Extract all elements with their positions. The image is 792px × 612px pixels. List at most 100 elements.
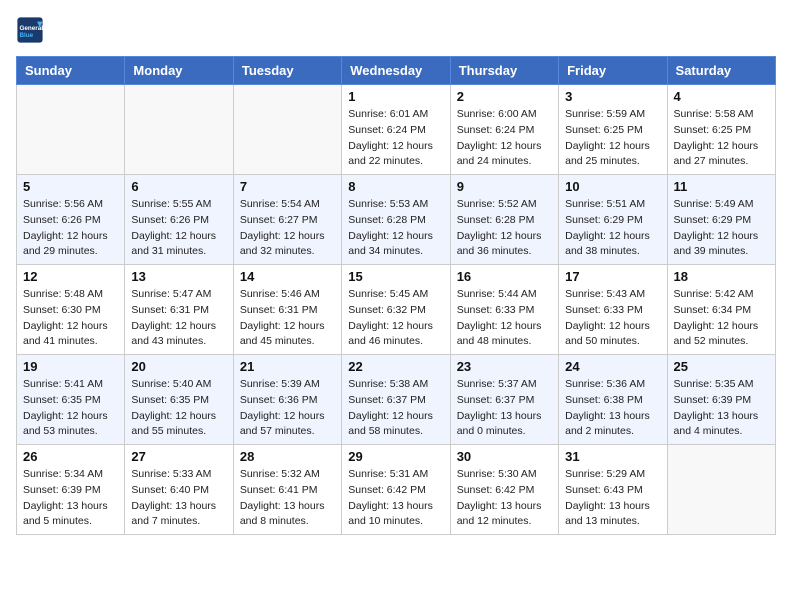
weekday-header: Monday [125, 57, 233, 85]
day-number: 5 [23, 179, 118, 194]
day-info: Sunrise: 6:01 AMSunset: 6:24 PMDaylight:… [348, 107, 443, 170]
day-info: Sunrise: 5:54 AMSunset: 6:27 PMDaylight:… [240, 197, 335, 260]
calendar-day-cell: 21 Sunrise: 5:39 AMSunset: 6:36 PMDayligh… [233, 355, 341, 445]
day-number: 9 [457, 179, 552, 194]
day-info: Sunrise: 5:38 AMSunset: 6:37 PMDaylight:… [348, 377, 443, 440]
day-info: Sunrise: 5:53 AMSunset: 6:28 PMDaylight:… [348, 197, 443, 260]
day-info: Sunrise: 5:36 AMSunset: 6:38 PMDaylight:… [565, 377, 660, 440]
day-number: 12 [23, 269, 118, 284]
day-number: 29 [348, 449, 443, 464]
calendar-day-cell: 25 Sunrise: 5:35 AMSunset: 6:39 PMDayligh… [667, 355, 775, 445]
calendar-day-cell: 12Sunrise: 5:48 AMSunset: 6:30 PMDayligh… [17, 265, 125, 355]
day-number: 14 [240, 269, 335, 284]
day-number: 21 [240, 359, 335, 374]
weekday-header: Saturday [667, 57, 775, 85]
calendar-day-cell: 24 Sunrise: 5:36 AMSunset: 6:38 PMDayligh… [559, 355, 667, 445]
day-number: 7 [240, 179, 335, 194]
weekday-header: Sunday [17, 57, 125, 85]
calendar-week-row: 5 Sunrise: 5:56 AMSunset: 6:26 PMDaylight… [17, 175, 776, 265]
calendar-day-cell: 26 Sunrise: 5:34 AMSunset: 6:39 PMDayligh… [17, 445, 125, 535]
calendar-day-cell: 31 Sunrise: 5:29 AMSunset: 6:43 PMDayligh… [559, 445, 667, 535]
day-number: 20 [131, 359, 226, 374]
calendar-day-cell: 28 Sunrise: 5:32 AMSunset: 6:41 PMDayligh… [233, 445, 341, 535]
day-info: Sunrise: 5:46 AMSunset: 6:31 PMDaylight:… [240, 287, 335, 350]
day-number: 13 [131, 269, 226, 284]
calendar-day-cell: 30 Sunrise: 5:30 AMSunset: 6:42 PMDayligh… [450, 445, 558, 535]
calendar-week-row: 12Sunrise: 5:48 AMSunset: 6:30 PMDayligh… [17, 265, 776, 355]
day-number: 25 [674, 359, 769, 374]
day-number: 30 [457, 449, 552, 464]
calendar-day-cell: 7 Sunrise: 5:54 AMSunset: 6:27 PMDaylight… [233, 175, 341, 265]
day-info: Sunrise: 5:55 AMSunset: 6:26 PMDaylight:… [131, 197, 226, 260]
logo: General Blue [16, 16, 48, 44]
calendar-day-cell: 14 Sunrise: 5:46 AMSunset: 6:31 PMDayligh… [233, 265, 341, 355]
calendar-day-cell: 10 Sunrise: 5:51 AMSunset: 6:29 PMDayligh… [559, 175, 667, 265]
day-info: Sunrise: 5:52 AMSunset: 6:28 PMDaylight:… [457, 197, 552, 260]
day-info: Sunrise: 5:59 AMSunset: 6:25 PMDaylight:… [565, 107, 660, 170]
calendar-day-cell: 4 Sunrise: 5:58 AMSunset: 6:25 PMDaylight… [667, 85, 775, 175]
day-info: Sunrise: 5:35 AMSunset: 6:39 PMDaylight:… [674, 377, 769, 440]
day-number: 15 [348, 269, 443, 284]
weekday-header: Tuesday [233, 57, 341, 85]
day-number: 24 [565, 359, 660, 374]
day-info: Sunrise: 5:34 AMSunset: 6:39 PMDaylight:… [23, 467, 118, 530]
calendar-day-cell: 22 Sunrise: 5:38 AMSunset: 6:37 PMDayligh… [342, 355, 450, 445]
page-header: General Blue [16, 16, 776, 44]
calendar-day-cell: 16 Sunrise: 5:44 AMSunset: 6:33 PMDayligh… [450, 265, 558, 355]
calendar-day-cell: 29Sunrise: 5:31 AMSunset: 6:42 PMDayligh… [342, 445, 450, 535]
calendar-day-cell: 15Sunrise: 5:45 AMSunset: 6:32 PMDayligh… [342, 265, 450, 355]
calendar-week-row: 26 Sunrise: 5:34 AMSunset: 6:39 PMDayligh… [17, 445, 776, 535]
day-info: Sunrise: 5:49 AMSunset: 6:29 PMDaylight:… [674, 197, 769, 260]
day-number: 11 [674, 179, 769, 194]
day-number: 31 [565, 449, 660, 464]
calendar-day-cell [125, 85, 233, 175]
day-number: 22 [348, 359, 443, 374]
calendar-day-cell: 5 Sunrise: 5:56 AMSunset: 6:26 PMDaylight… [17, 175, 125, 265]
calendar-day-cell: 17 Sunrise: 5:43 AMSunset: 6:33 PMDayligh… [559, 265, 667, 355]
day-info: Sunrise: 5:47 AMSunset: 6:31 PMDaylight:… [131, 287, 226, 350]
day-info: Sunrise: 5:58 AMSunset: 6:25 PMDaylight:… [674, 107, 769, 170]
calendar-day-cell [667, 445, 775, 535]
day-number: 23 [457, 359, 552, 374]
day-info: Sunrise: 5:39 AMSunset: 6:36 PMDaylight:… [240, 377, 335, 440]
weekday-header: Wednesday [342, 57, 450, 85]
day-number: 17 [565, 269, 660, 284]
weekday-header-row: SundayMondayTuesdayWednesdayThursdayFrid… [17, 57, 776, 85]
calendar-day-cell: 2Sunrise: 6:00 AMSunset: 6:24 PMDaylight… [450, 85, 558, 175]
day-number: 8 [348, 179, 443, 194]
day-number: 28 [240, 449, 335, 464]
day-number: 19 [23, 359, 118, 374]
weekday-header: Thursday [450, 57, 558, 85]
day-info: Sunrise: 5:33 AMSunset: 6:40 PMDaylight:… [131, 467, 226, 530]
day-info: Sunrise: 5:56 AMSunset: 6:26 PMDaylight:… [23, 197, 118, 260]
day-number: 18 [674, 269, 769, 284]
day-info: Sunrise: 5:40 AMSunset: 6:35 PMDaylight:… [131, 377, 226, 440]
day-number: 27 [131, 449, 226, 464]
day-number: 2 [457, 89, 552, 104]
day-info: Sunrise: 5:43 AMSunset: 6:33 PMDaylight:… [565, 287, 660, 350]
day-info: Sunrise: 5:30 AMSunset: 6:42 PMDaylight:… [457, 467, 552, 530]
day-info: Sunrise: 5:44 AMSunset: 6:33 PMDaylight:… [457, 287, 552, 350]
day-info: Sunrise: 5:51 AMSunset: 6:29 PMDaylight:… [565, 197, 660, 260]
day-number: 10 [565, 179, 660, 194]
day-info: Sunrise: 5:29 AMSunset: 6:43 PMDaylight:… [565, 467, 660, 530]
calendar-day-cell: 11 Sunrise: 5:49 AMSunset: 6:29 PMDayligh… [667, 175, 775, 265]
weekday-header: Friday [559, 57, 667, 85]
calendar-day-cell: 27 Sunrise: 5:33 AMSunset: 6:40 PMDayligh… [125, 445, 233, 535]
calendar-day-cell: 23 Sunrise: 5:37 AMSunset: 6:37 PMDayligh… [450, 355, 558, 445]
day-number: 3 [565, 89, 660, 104]
day-number: 6 [131, 179, 226, 194]
calendar-week-row: 1 Sunrise: 6:01 AMSunset: 6:24 PMDaylight… [17, 85, 776, 175]
day-number: 26 [23, 449, 118, 464]
calendar-day-cell: 20 Sunrise: 5:40 AMSunset: 6:35 PMDayligh… [125, 355, 233, 445]
day-number: 4 [674, 89, 769, 104]
day-number: 1 [348, 89, 443, 104]
day-number: 16 [457, 269, 552, 284]
day-info: Sunrise: 5:42 AMSunset: 6:34 PMDaylight:… [674, 287, 769, 350]
logo-icon: General Blue [16, 16, 44, 44]
day-info: Sunrise: 5:37 AMSunset: 6:37 PMDaylight:… [457, 377, 552, 440]
calendar-day-cell [233, 85, 341, 175]
calendar-day-cell: 19Sunrise: 5:41 AMSunset: 6:35 PMDayligh… [17, 355, 125, 445]
calendar-day-cell [17, 85, 125, 175]
day-info: Sunrise: 5:32 AMSunset: 6:41 PMDaylight:… [240, 467, 335, 530]
